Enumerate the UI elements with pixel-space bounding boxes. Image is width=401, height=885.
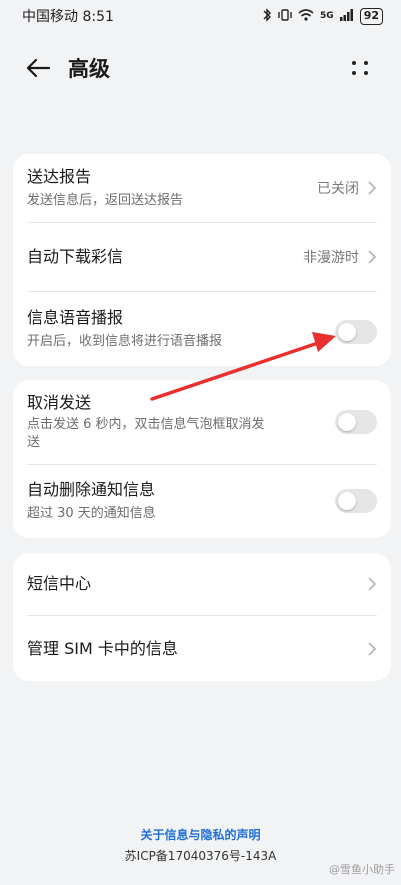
privacy-statement-link[interactable]: 关于信息与隐私的声明 — [0, 826, 401, 843]
chevron-right-icon — [368, 250, 377, 264]
auto-download-mms-value: 非漫游时 — [303, 250, 359, 266]
network-type: 5G — [320, 11, 334, 21]
watermark: @雪鱼小助手 — [329, 863, 395, 876]
more-options-icon[interactable] — [349, 56, 373, 80]
cancel-send-toggle[interactable] — [335, 410, 377, 434]
cancel-send-subtitle: 点击发送 6 秒内，双击信息气泡框取消发 送 — [27, 416, 335, 452]
vibrate-icon — [278, 8, 292, 25]
delivery-report-subtitle: 发送信息后，返回送达报告 — [27, 193, 184, 208]
chevron-right-icon — [368, 641, 377, 656]
page-title: 高级 — [68, 57, 110, 81]
card-send-settings: 取消发送 点击发送 6 秒内，双击信息气泡框取消发 送 自动删除通知信息 超过 … — [13, 380, 391, 538]
wifi-icon — [298, 8, 314, 24]
sms-center-title: 短信中心 — [27, 574, 92, 593]
card-sim-settings: 短信中心 管理 SIM 卡中的信息 — [13, 553, 391, 681]
auto-delete-notifications-row: 自动删除通知信息 超过 30 天的通知信息 — [13, 465, 391, 537]
sms-center-row[interactable]: 短信中心 — [13, 553, 391, 615]
title-bar: 高级 — [0, 42, 401, 94]
chevron-right-icon — [368, 577, 377, 591]
carrier-time: 中国移动 8:51 — [22, 9, 114, 25]
voice-broadcast-toggle[interactable] — [335, 320, 377, 344]
auto-delete-notifications-toggle[interactable] — [335, 489, 377, 513]
voice-broadcast-row: 信息语音播报 开启后，收到信息将进行语音播报 — [13, 292, 391, 366]
delivery-report-value: 已关闭 — [317, 181, 359, 197]
battery-indicator: 92 — [359, 7, 383, 25]
card-messages-settings: 送达报告 发送信息后，返回送达报告 已关闭 自动下载彩信 非漫游时 信息语音播报… — [13, 154, 391, 366]
cancel-send-title: 取消发送 — [27, 393, 92, 412]
delivery-report-title: 送达报告 — [27, 167, 92, 186]
cancel-send-subtitle-line1: 点击发送 6 秒内，双击信息气泡框取消发 — [27, 417, 265, 432]
manage-sim-row[interactable]: 管理 SIM 卡中的信息 — [13, 616, 391, 681]
bluetooth-icon — [262, 7, 272, 25]
auto-delete-notifications-title: 自动删除通知信息 — [27, 480, 156, 499]
back-arrow-icon[interactable] — [22, 52, 54, 84]
voice-broadcast-subtitle: 开启后，收到信息将进行语音播报 — [27, 334, 223, 349]
status-bar: 中国移动 8:51 5G 92 — [0, 0, 401, 32]
auto-download-mms-title: 自动下载彩信 — [27, 247, 124, 266]
auto-download-mms-row[interactable]: 自动下载彩信 非漫游时 — [13, 223, 391, 291]
chevron-right-icon — [368, 181, 377, 195]
delivery-report-row[interactable]: 送达报告 发送信息后，返回送达报告 已关闭 — [13, 154, 391, 222]
cancel-send-row: 取消发送 点击发送 6 秒内，双击信息气泡框取消发 送 — [13, 380, 391, 464]
cancel-send-subtitle-line2: 送 — [27, 435, 41, 450]
voice-broadcast-title: 信息语音播报 — [27, 308, 124, 327]
footer: 关于信息与隐私的声明 苏ICP备17040376号-143A — [0, 826, 401, 864]
manage-sim-title: 管理 SIM 卡中的信息 — [27, 638, 178, 658]
auto-delete-notifications-subtitle: 超过 30 天的通知信息 — [27, 506, 156, 521]
signal-icon — [339, 8, 354, 24]
